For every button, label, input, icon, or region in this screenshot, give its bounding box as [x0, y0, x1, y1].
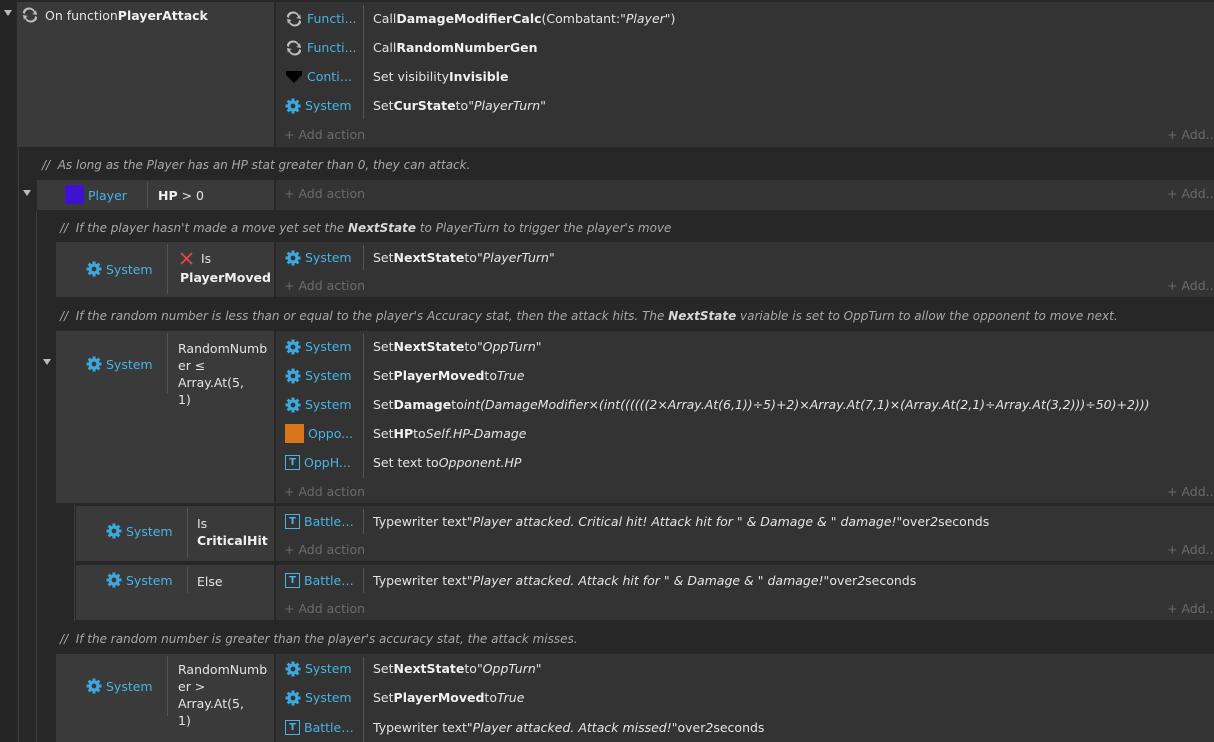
action-text[interactable]: Set NextState to "PlayerTurn" [373, 243, 555, 272]
add-right-link[interactable]: + Add... [1167, 278, 1214, 293]
collapse-toggle[interactable] [23, 190, 31, 196]
action-text[interactable]: Set HP to Self.HP-Damage [373, 419, 526, 448]
action-text[interactable]: Set Damage to int(DamageModifier×(int(((… [373, 390, 1150, 419]
collapse-toggle[interactable] [43, 359, 51, 365]
moved-event-conditions[interactable]: System Is PlayerMoved [56, 242, 274, 297]
action-text[interactable]: Set NextState to "OppTurn" [373, 654, 542, 683]
continue-heart-icon [286, 70, 302, 83]
action-object[interactable]: T OppH... [285, 448, 365, 477]
function-loop-icon [286, 10, 302, 27]
action-text[interactable]: Typewriter text "Player attacked. Critic… [373, 507, 989, 536]
text-object-icon: T [285, 573, 300, 588]
gear-icon [86, 261, 102, 277]
function-loop-icon [286, 39, 302, 56]
crit-condition: Is CriticalHit [197, 516, 268, 548]
gear-icon [86, 356, 102, 372]
comment-3[interactable]: // If the random number is less than or … [60, 309, 1118, 323]
add-action-link[interactable]: + Add action [284, 186, 365, 201]
action-text[interactable]: Set NextState to "OppTurn" [373, 332, 542, 361]
crit-event-object: System [126, 523, 173, 539]
hit-event-object: System [106, 356, 153, 372]
gutter [0, 0, 16, 742]
action-object[interactable]: T BattleT... [285, 566, 365, 595]
action-object[interactable]: T BattleT... [285, 507, 365, 536]
gear-icon [285, 98, 301, 113]
action-object[interactable]: Functi... [285, 33, 365, 62]
action-object[interactable]: Functi... [285, 4, 365, 33]
hit-condition: RandomNumb er ≤ Array.At(5, 1) [178, 341, 268, 407]
gear-icon [106, 572, 122, 588]
function-event-name: PlayerAttack [117, 7, 208, 23]
miss-event-object: System [106, 678, 153, 694]
else-condition: Else [197, 574, 223, 589]
crit-event-conditions[interactable]: System Is CriticalHit [76, 506, 274, 561]
add-right-link[interactable]: + Add... [1167, 601, 1214, 616]
invert-x-icon [180, 252, 193, 265]
function-event-prefix: On function [45, 7, 118, 23]
add-action-link[interactable]: + Add action [284, 484, 365, 499]
text-object-icon: T [285, 720, 300, 735]
action-text[interactable]: Set visibility Invisible [373, 62, 508, 91]
add-right-link[interactable]: + Add... [1167, 484, 1214, 499]
miss-condition: RandomNumb er > Array.At(5, 1) [178, 662, 268, 728]
else-event-conditions[interactable]: System Else [76, 565, 274, 620]
action-object[interactable]: Contin... [285, 62, 365, 91]
player-square-icon [65, 185, 84, 204]
function-loop-icon [22, 7, 38, 23]
hit-event-conditions[interactable]: System RandomNumb er ≤ Array.At(5, 1) [56, 331, 274, 503]
action-object[interactable]: System [285, 683, 365, 712]
add-right-link[interactable]: + Add... [1167, 542, 1214, 557]
comment-1[interactable]: // As long as the Player has an HP stat … [42, 158, 470, 172]
action-text[interactable]: Set CurState to "PlayerTurn" [373, 91, 546, 120]
action-object[interactable]: Oppo... [285, 419, 365, 448]
add-right-link[interactable]: + Add... [1167, 186, 1214, 201]
gear-icon [285, 397, 301, 412]
add-action-link[interactable]: + Add action [284, 127, 365, 142]
gear-icon [285, 339, 301, 354]
add-right-link[interactable]: + Add... [1167, 127, 1214, 142]
indent-guide [74, 504, 75, 622]
action-object[interactable]: System [285, 390, 365, 419]
action-object[interactable]: System [285, 243, 365, 272]
action-object[interactable]: T BattleT... [285, 713, 365, 742]
function-event-conditions[interactable]: On function PlayerAttack [17, 2, 274, 147]
action-text[interactable]: Set PlayerMoved to True [373, 683, 524, 712]
action-text[interactable]: Call DamageModifierCalc (Combatant: "Pla… [373, 4, 675, 33]
hp-event-object: Player [88, 188, 127, 203]
gear-icon [86, 678, 102, 694]
indent-guide [18, 148, 19, 742]
gear-icon [106, 523, 122, 539]
action-object[interactable]: System [285, 361, 365, 390]
add-action-link[interactable]: + Add action [284, 542, 365, 557]
add-action-link[interactable]: + Add action [284, 278, 365, 293]
gear-icon [285, 368, 301, 383]
collapse-toggle[interactable] [4, 10, 12, 16]
miss-event-conditions[interactable]: System RandomNumb er > Array.At(5, 1) [56, 654, 274, 742]
action-text[interactable]: Set text to Opponent.HP [373, 448, 521, 477]
gear-icon [285, 690, 301, 705]
hp-condition: HP > 0 [158, 188, 204, 203]
action-object[interactable]: System [285, 654, 365, 683]
indent-guide [36, 211, 37, 742]
add-action-link[interactable]: + Add action [284, 601, 365, 616]
action-text[interactable]: Set PlayerMoved to True [373, 361, 524, 390]
comment-2[interactable]: // If the player hasn't made a move yet … [60, 221, 671, 235]
text-object-icon: T [285, 455, 300, 470]
opponent-square-icon [285, 424, 304, 443]
moved-condition: PlayerMoved [180, 270, 271, 285]
text-object-icon: T [285, 514, 300, 529]
moved-event-object: System [106, 261, 153, 277]
gear-icon [285, 661, 301, 676]
action-object[interactable]: System [285, 91, 365, 120]
hp-event-actions [276, 180, 1214, 210]
action-object[interactable]: System [285, 332, 365, 361]
comment-4[interactable]: // If the random number is greater than … [60, 632, 578, 646]
else-event-object: System [126, 572, 173, 588]
action-text[interactable]: Typewriter text "Player attacked. Attack… [373, 713, 764, 742]
action-text[interactable]: Typewriter text "Player attacked. Attack… [373, 566, 916, 595]
action-text[interactable]: Call RandomNumberGen [373, 33, 537, 62]
hp-event-conditions[interactable]: Player HP > 0 [37, 180, 274, 210]
gear-icon [285, 250, 301, 265]
